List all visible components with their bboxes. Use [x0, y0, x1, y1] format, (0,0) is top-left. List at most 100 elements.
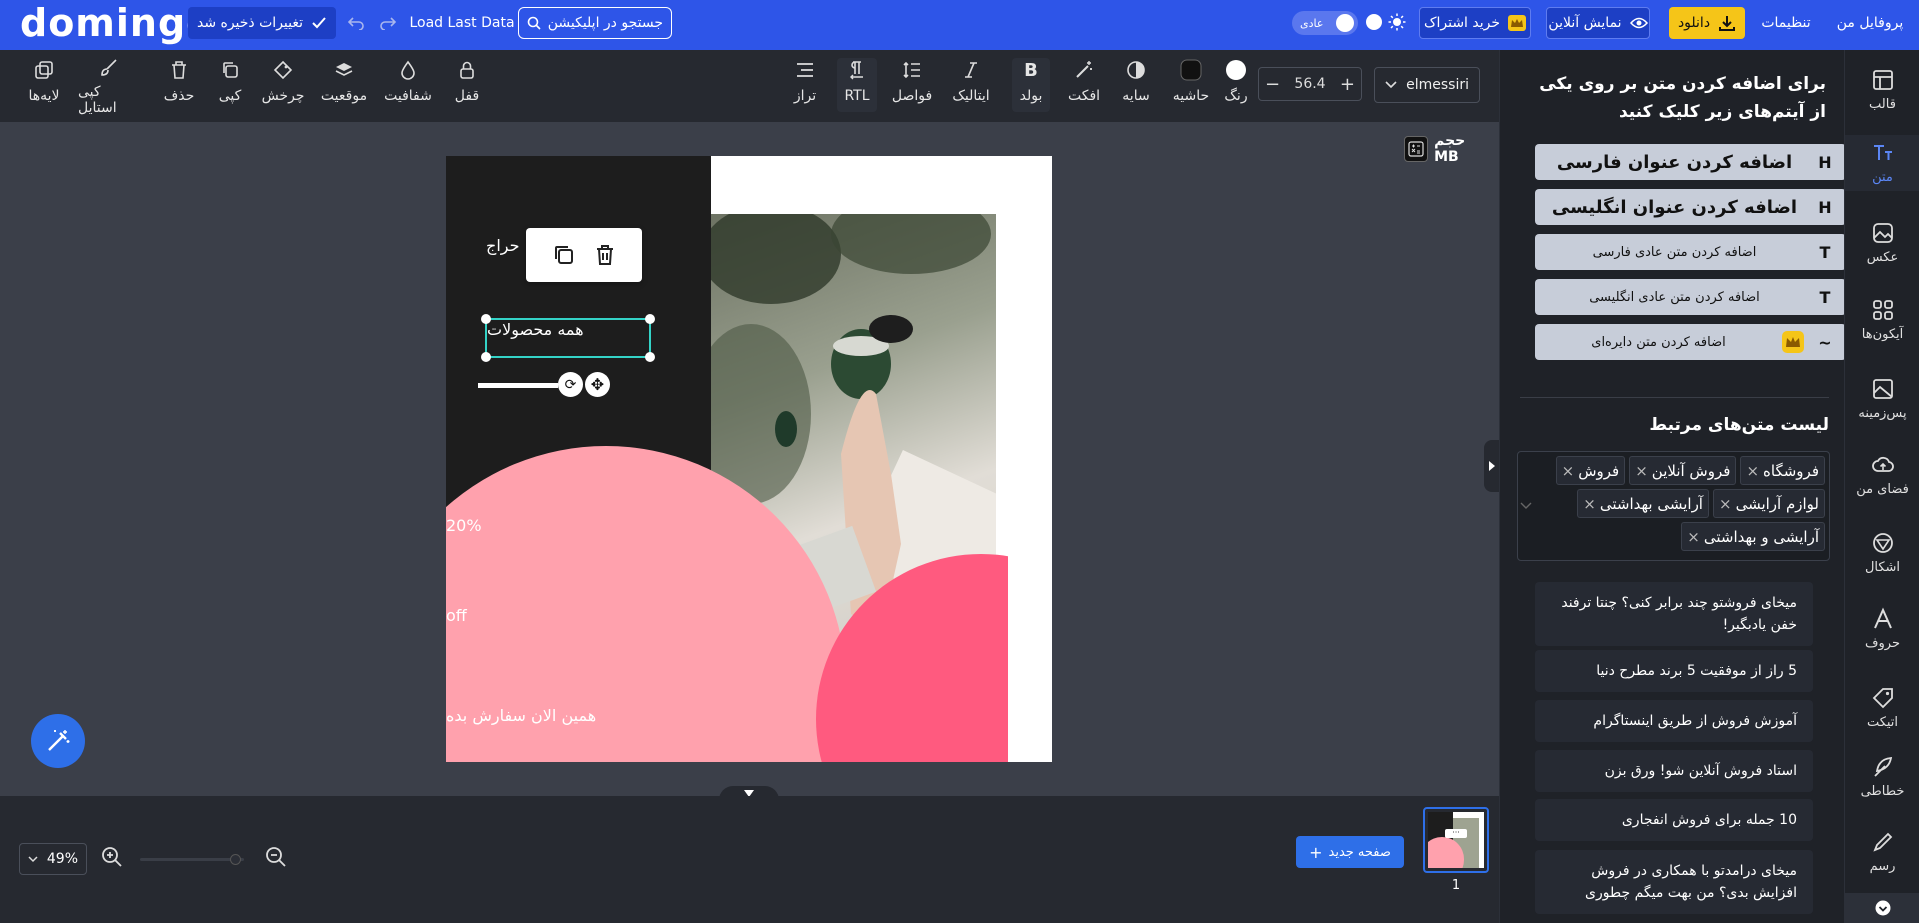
italic-button[interactable]: ایتالیک	[946, 58, 996, 114]
shadow-button[interactable]: سایه	[1120, 58, 1152, 114]
rail-item[interactable]: عکس	[1845, 221, 1919, 265]
rotate-handle-icon[interactable]: ⟳	[558, 372, 583, 397]
zoom-slider-thumb[interactable]	[230, 854, 241, 865]
tag-chip[interactable]: فروش ×	[1555, 456, 1626, 485]
subscribe-button[interactable]: خرید اشتراک	[1419, 7, 1531, 39]
align-button[interactable]: تراز	[790, 58, 820, 114]
cta-text[interactable]: همین الان سفارش بده	[446, 706, 786, 736]
rail-item[interactable]: قالب	[1845, 68, 1919, 112]
rotate-button[interactable]: چرخش	[262, 58, 304, 114]
crown-icon	[1782, 331, 1804, 353]
selected-text-box[interactable]: همه محصولات	[481, 314, 655, 362]
moon-icon[interactable]	[1366, 14, 1382, 30]
rail-item[interactable]: پس‌زمینه	[1845, 377, 1919, 421]
position-button[interactable]: موقعیت	[320, 58, 368, 114]
design-canvas[interactable]: حراج همه محصولات ⟳ ✥ 20% off همین الان س…	[446, 156, 1052, 762]
load-last-data-button[interactable]: Load Last Data	[409, 7, 514, 39]
rail-item[interactable]: اتیکت	[1845, 686, 1919, 730]
plus-icon[interactable]: +	[1340, 74, 1355, 95]
trash-icon[interactable]	[595, 244, 615, 266]
related-text-item[interactable]: آموزش فروش از طریق اینستاگرام	[1535, 700, 1813, 742]
copy-style-button[interactable]: کپی استایل	[78, 58, 140, 116]
add-text-button[interactable]: ~ اضافه کردن متن دایره‌ای	[1535, 324, 1846, 360]
remove-tag-icon[interactable]: ×	[1687, 528, 1700, 546]
redo-icon[interactable]	[377, 12, 399, 34]
resize-handle[interactable]	[481, 352, 491, 362]
remove-tag-icon[interactable]: ×	[1562, 462, 1575, 480]
upload-icon	[1871, 453, 1895, 477]
tag-chip[interactable]: فروشگاه ×	[1740, 456, 1825, 485]
opacity-button[interactable]: شفافیت	[384, 58, 432, 114]
discount-percent[interactable]: 20%	[446, 516, 786, 596]
new-page-button[interactable]: صفحه جدید +	[1296, 836, 1404, 868]
remove-tag-icon[interactable]: ×	[1719, 495, 1732, 513]
font-family-select[interactable]: elmessiri	[1374, 67, 1480, 103]
sun-icon[interactable]	[1386, 11, 1408, 33]
tag-chip[interactable]: آرایشی و بهداشتی ×	[1681, 522, 1825, 551]
save-status-button[interactable]: تغییرات ذخیره شد	[188, 7, 336, 39]
related-text-item[interactable]: 10 جمله برای فروش انفجاری	[1535, 799, 1813, 841]
selected-text[interactable]: همه محصولات	[487, 320, 649, 356]
panel-collapse-handle[interactable]	[1484, 440, 1500, 492]
related-text-item[interactable]: استاد فروش آنلاین شو! ورق بزن	[1535, 750, 1813, 792]
color-button[interactable]: رنگ	[1222, 58, 1250, 114]
magic-tools-button[interactable]	[31, 714, 85, 768]
tag-chip[interactable]: آرایشی بهداشتی ×	[1577, 489, 1709, 518]
zoom-in-icon[interactable]	[101, 846, 123, 868]
add-text-button[interactable]: T اضافه کردن متن عادی فارسی	[1535, 234, 1846, 270]
undo-icon[interactable]	[345, 12, 367, 34]
logo[interactable]: domingo	[20, 4, 213, 42]
search-input[interactable]: جستجو در اپلیکیشن...	[518, 7, 672, 39]
page-thumbnail[interactable]: ···	[1423, 807, 1489, 873]
resize-handle[interactable]	[481, 314, 491, 324]
settings-link[interactable]: تنظیمات	[1757, 7, 1815, 39]
layers-button[interactable]: لایه‌ها	[24, 58, 64, 114]
minus-icon[interactable]: −	[1265, 74, 1280, 95]
related-text-item[interactable]: میخای فروشتو چند برابر کنی؟ چنتا ترفند خ…	[1535, 582, 1813, 646]
rail-item[interactable]: حروف	[1845, 607, 1919, 651]
font-size-value[interactable]: 56.4	[1294, 76, 1325, 92]
rail-item[interactable]: آیکون‌ها	[1845, 298, 1919, 342]
rail-item[interactable]: متن	[1845, 135, 1919, 191]
copy-button[interactable]: کپی	[214, 58, 246, 114]
rail-item[interactable]: فضای من	[1845, 453, 1919, 497]
spacing-button[interactable]: فواصل	[892, 58, 932, 114]
remove-tag-icon[interactable]: ×	[1583, 495, 1596, 513]
related-text-item[interactable]: میخای درامدتو با همکاری در فروش افزایش ب…	[1535, 850, 1813, 914]
move-handle-icon[interactable]: ✥	[585, 372, 610, 397]
remove-tag-icon[interactable]: ×	[1746, 462, 1759, 480]
chevron-down-icon[interactable]	[1520, 502, 1532, 510]
profile-link[interactable]: پروفایل من	[1830, 7, 1910, 39]
duplicate-icon[interactable]	[553, 244, 575, 266]
bold-button[interactable]: B بولد	[1012, 58, 1050, 112]
tag-chip[interactable]: لوازم آرایشی ×	[1712, 489, 1825, 518]
related-text-item[interactable]: 5 راز از موفقیت 5 برند مطرح دنیا	[1535, 650, 1813, 692]
resize-handle[interactable]	[645, 352, 655, 362]
resize-handle[interactable]	[645, 314, 655, 324]
tags-input[interactable]: فروشگاه × فروش آنلاین × فروش × لوازم آرایشی × آر…	[1517, 451, 1830, 561]
zoom-slider[interactable]	[140, 854, 244, 865]
font-size-stepper[interactable]: − 56.4 +	[1258, 67, 1362, 101]
remove-tag-icon[interactable]: ×	[1635, 462, 1648, 480]
rtl-button[interactable]: RTL	[837, 58, 877, 112]
add-text-button[interactable]: H اضافه کردن عنوان فارسی	[1535, 144, 1846, 180]
zoom-select[interactable]: 49%	[19, 843, 87, 875]
mode-toggle[interactable]: عادی	[1292, 11, 1358, 35]
rail-item[interactable]: رسم	[1845, 830, 1919, 874]
border-button[interactable]: حاشیه	[1172, 58, 1210, 114]
zoom-out-icon[interactable]	[265, 846, 287, 868]
add-text-button[interactable]: H اضافه کردن عنوان انگلیسی	[1535, 189, 1846, 225]
delete-button[interactable]: حذف	[163, 58, 195, 114]
add-text-button[interactable]: T اضافه کردن متن عادی انگلیسی	[1535, 279, 1846, 315]
effect-button[interactable]: افکت	[1068, 58, 1100, 114]
discount-off[interactable]: off	[446, 606, 786, 686]
tag-chip[interactable]: فروش آنلاین ×	[1629, 456, 1737, 485]
preview-button[interactable]: نمایش آنلاین	[1546, 7, 1650, 39]
text-panel: برای اضافه کردن متن بر روی یکی از آیتم‌ه…	[1499, 50, 1846, 923]
rail-item[interactable]: خطاطی	[1845, 755, 1919, 799]
rail-item[interactable]: اشکال	[1845, 531, 1919, 575]
scroll-down-button[interactable]	[1845, 893, 1919, 923]
lock-button[interactable]: قفل	[452, 58, 482, 114]
download-button[interactable]: دانلود	[1669, 7, 1745, 39]
file-size-indicator[interactable]: حجم MB	[1404, 133, 1490, 165]
